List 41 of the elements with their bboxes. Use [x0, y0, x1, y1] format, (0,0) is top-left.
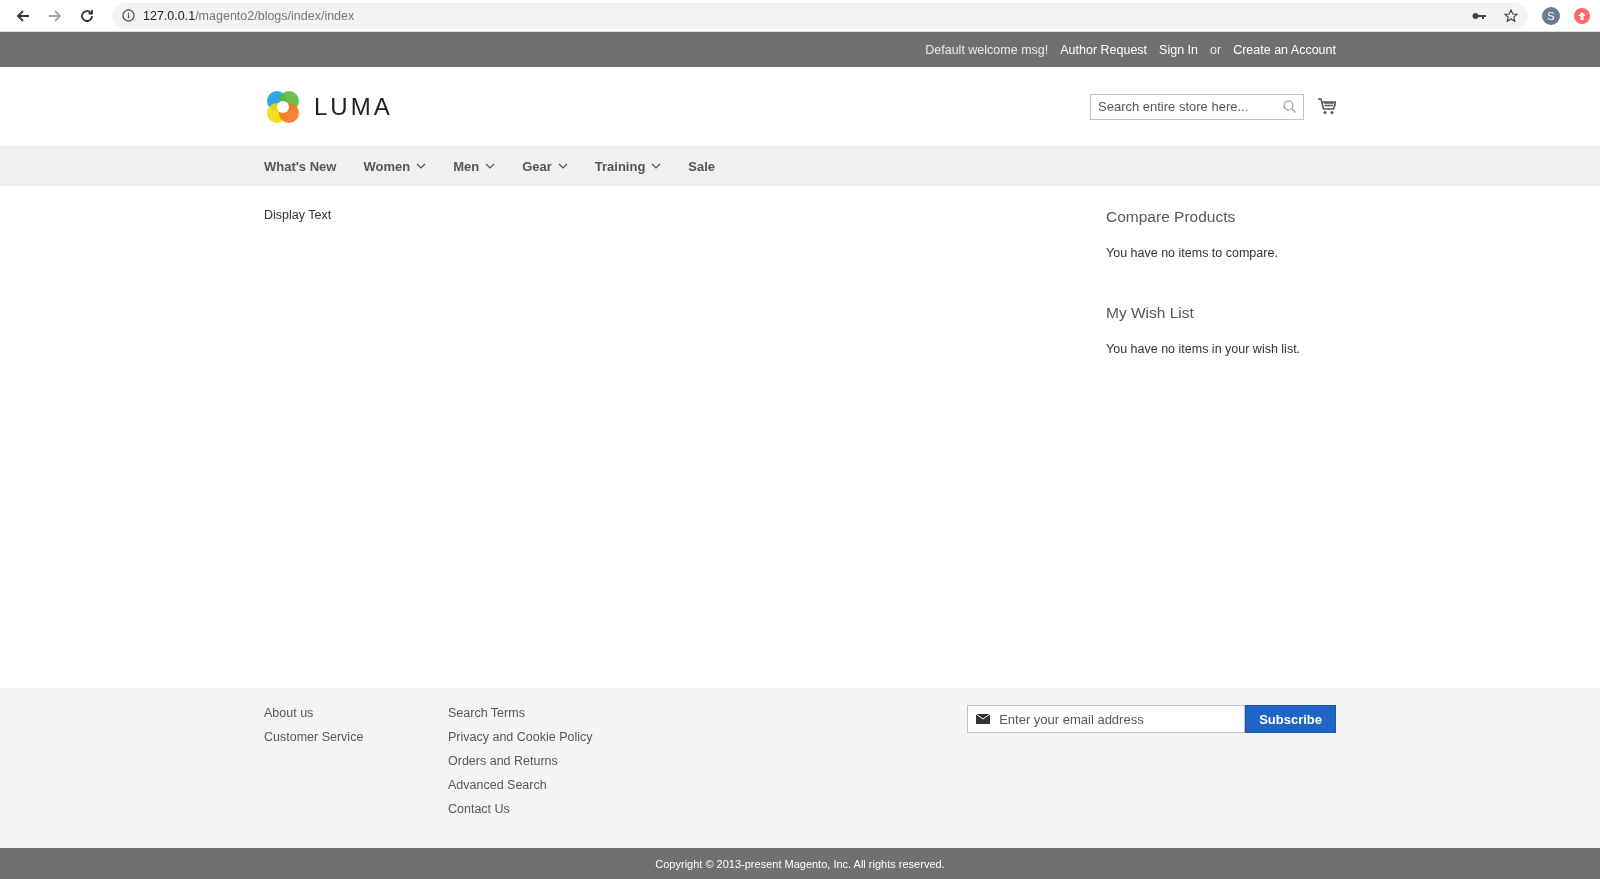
arrow-right-icon	[48, 8, 62, 23]
header-text: Default welcome msg!	[925, 42, 1049, 57]
nav-menu-item[interactable]: What's New	[264, 158, 337, 174]
url-text: 127.0.0.1/magento2/blogs/index/index	[143, 8, 355, 23]
address-bar[interactable]: 127.0.0.1/magento2/blogs/index/index	[112, 2, 1528, 29]
copyright-text: Copyright © 2013-present Magento, Inc. All rights reserved.	[655, 857, 945, 870]
logo-text[interactable]: LUMA	[314, 92, 393, 121]
bookmark-star-icon[interactable]	[1504, 8, 1518, 23]
cart-icon[interactable]	[1318, 98, 1336, 115]
key-icon[interactable]	[1472, 10, 1486, 21]
sidebar-block-text: You have no items to compare.	[1106, 246, 1279, 260]
header-link[interactable]: Sign In	[1159, 42, 1198, 57]
info-icon	[122, 9, 135, 22]
extension-icon[interactable]	[1574, 7, 1590, 24]
profile-avatar[interactable]: S	[1542, 6, 1560, 25]
sidebar-block-text: You have no items in your wish list.	[1106, 342, 1302, 356]
footer-link[interactable]: Customer Service	[264, 729, 448, 746]
nav-menu-item[interactable]: Gear	[522, 158, 568, 174]
nav-menu-item[interactable]: Men	[453, 158, 496, 174]
footer-link[interactable]: Contact Us	[448, 801, 632, 818]
nav-menu-item[interactable]: Training	[594, 158, 662, 174]
search-icon[interactable]	[1283, 99, 1296, 113]
footer-link[interactable]: About us	[264, 705, 448, 722]
header-link[interactable]: Author Request	[1060, 42, 1148, 57]
sidebar-block-title: My Wish List	[1106, 304, 1195, 322]
header-link[interactable]: Create an Account	[1233, 42, 1336, 57]
subscribe-button[interactable]: Subscribe	[1245, 705, 1336, 733]
arrow-left-icon	[16, 8, 30, 23]
footer-link[interactable]: Search Terms	[448, 705, 632, 722]
footer-link[interactable]: Advanced Search	[448, 777, 632, 794]
footer-link[interactable]: Orders and Returns	[448, 753, 632, 770]
nav-menu-item[interactable]: Women	[363, 158, 427, 174]
header-text: or	[1210, 42, 1222, 57]
envelope-icon	[976, 714, 991, 724]
display-text: Display Text	[264, 208, 332, 224]
search-field[interactable]: Search entire store here...	[1090, 93, 1304, 120]
nav-menu-item[interactable]: Sale	[688, 158, 716, 174]
email-field[interactable]: Enter your email address	[967, 705, 1246, 733]
reload-icon	[80, 8, 94, 23]
sidebar-block-title: Compare Products	[1106, 208, 1237, 226]
footer-link[interactable]: Privacy and Cookie Policy	[448, 729, 632, 746]
